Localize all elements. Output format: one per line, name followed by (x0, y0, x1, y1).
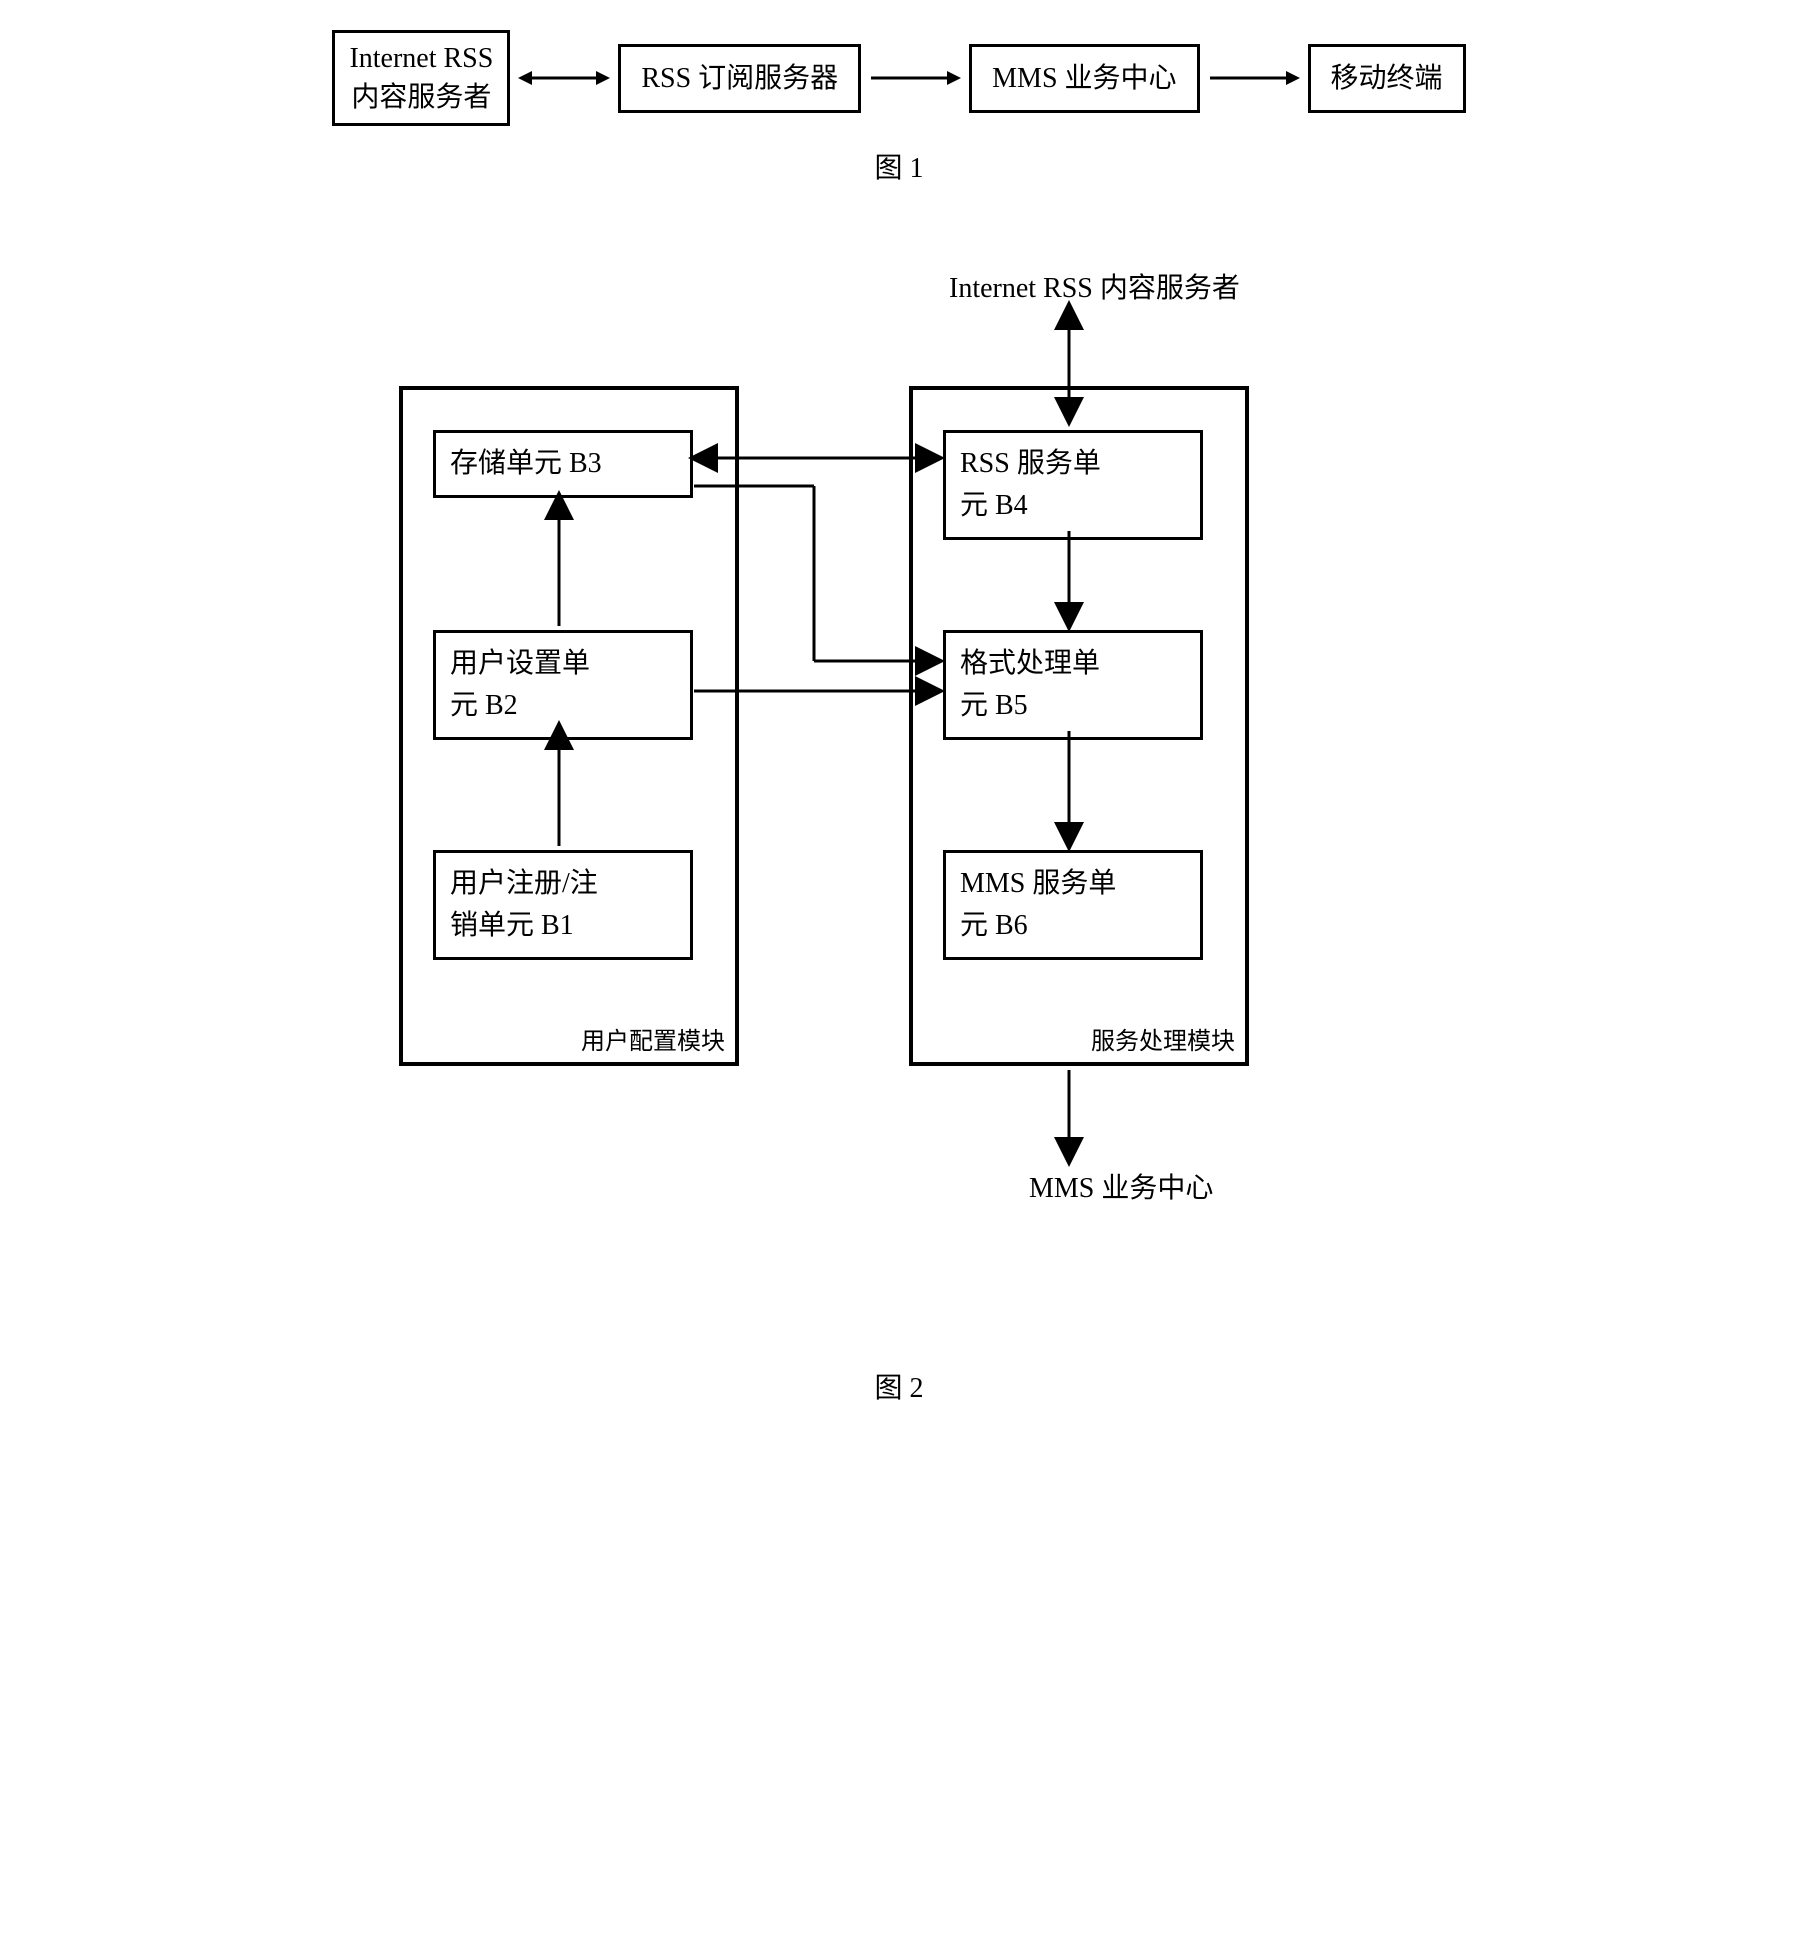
fig2-b6-text: MMS 服务单 元 B6 (960, 868, 1116, 941)
fig2-box-b4: RSS 服务单 元 B4 (943, 430, 1203, 540)
figure-2-caption: 图 2 (30, 1366, 1768, 1406)
arrow-bidirectional-icon (514, 63, 614, 93)
fig1-box3-text: MMS 业务中心 (992, 63, 1176, 94)
fig2-b5-text: 格式处理单 元 B5 (960, 648, 1100, 721)
fig2-b3-text: 存储单元 B3 (450, 448, 602, 479)
figure-1-caption: 图 1 (30, 146, 1768, 186)
fig1-box4-text: 移动终端 (1331, 63, 1443, 94)
figure-2: Internet RSS 内容服务者 存储单元 B3 用户设置单 元 B2 用户… (349, 266, 1449, 1366)
fig2-box-b2: 用户设置单 元 B2 (433, 630, 693, 740)
arrow-right-icon (865, 63, 965, 93)
fig2-external-bottom-label: MMS 业务中心 (1029, 1166, 1213, 1206)
arrow-right-icon (1204, 63, 1304, 93)
fig2-box-b3: 存储单元 B3 (433, 430, 693, 498)
fig1-box2-text: RSS 订阅服务器 (641, 63, 838, 94)
fig2-b2-text: 用户设置单 元 B2 (450, 648, 590, 721)
fig2-external-top-label: Internet RSS 内容服务者 (949, 266, 1240, 306)
figure-1: Internet RSS 内容服务者 RSS 订阅服务器 MMS 业务中心 移动… (30, 30, 1768, 126)
fig1-box1-text: Internet RSS 内容服务者 (349, 43, 493, 113)
fig2-b4-text: RSS 服务单 元 B4 (960, 448, 1101, 521)
fig1-box-rss-server: RSS 订阅服务器 (618, 44, 861, 113)
fig2-box-b1: 用户注册/注 销单元 B1 (433, 850, 693, 960)
fig2-box-b5: 格式处理单 元 B5 (943, 630, 1203, 740)
fig2-box-b6: MMS 服务单 元 B6 (943, 850, 1203, 960)
fig1-box-internet-rss: Internet RSS 内容服务者 (332, 30, 510, 126)
fig1-box-mms-center: MMS 业务中心 (969, 44, 1199, 113)
fig2-right-module-label: 服务处理模块 (1091, 1021, 1235, 1056)
fig2-left-module-label: 用户配置模块 (581, 1021, 725, 1056)
fig1-box-mobile-terminal: 移动终端 (1308, 44, 1466, 113)
fig2-right-module: RSS 服务单 元 B4 格式处理单 元 B5 MMS 服务单 元 B6 服务处… (909, 386, 1249, 1066)
fig2-left-module: 存储单元 B3 用户设置单 元 B2 用户注册/注 销单元 B1 用户配置模块 (399, 386, 739, 1066)
fig2-b1-text: 用户注册/注 销单元 B1 (450, 868, 598, 941)
